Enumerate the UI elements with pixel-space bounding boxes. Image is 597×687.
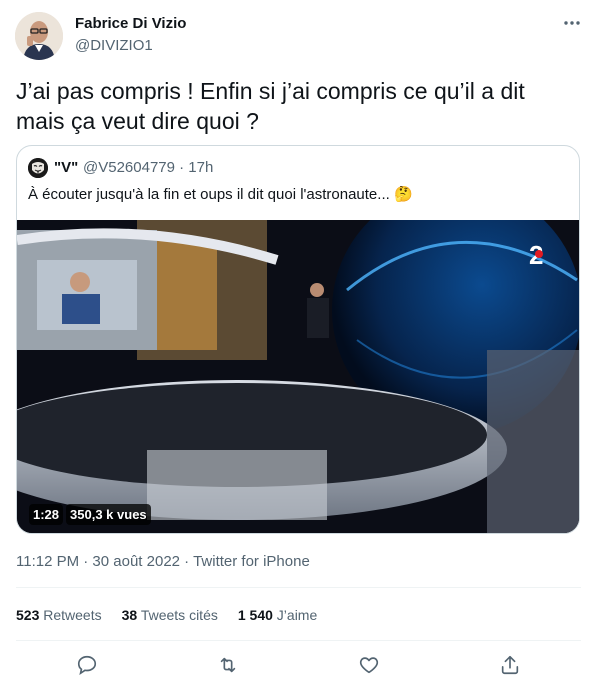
quoted-tweet[interactable]: "V" @V52604779 · 17h À écouter jusqu'à l… [16, 145, 580, 534]
video-thumbnail [17, 220, 579, 533]
like-icon[interactable] [351, 647, 387, 683]
video-duration: 1:28 [29, 504, 64, 525]
channel-logo-dot [535, 250, 543, 258]
video-player[interactable]: 2 1:28 350,3 k vues [17, 220, 579, 533]
quoted-avatar[interactable] [28, 158, 48, 178]
video-overlay: 1:28 350,3 k vues [29, 504, 151, 525]
author-handle[interactable]: @DIVIZIO1 [75, 37, 153, 54]
reply-icon[interactable] [69, 647, 105, 683]
quotes-count: 38 [121, 607, 138, 623]
retweets-count: 523 [16, 607, 40, 623]
tweet-timestamp[interactable]: 11:12 PM · 30 août 2022 · Twitter for iP… [16, 553, 310, 570]
likes-label: J’aime [276, 607, 318, 623]
quotes-stat[interactable]: 38 Tweets cités [122, 607, 218, 623]
likes-count: 1 540 [237, 607, 273, 623]
more-icon[interactable] [559, 13, 585, 33]
divider-top [16, 587, 581, 588]
likes-stat[interactable]: 1 540 J’aime [238, 607, 317, 623]
retweets-stat[interactable]: 523 Retweets [16, 607, 102, 623]
thinking-emoji: 🤔 [393, 186, 413, 203]
quotes-label: Tweets cités [140, 607, 218, 623]
quoted-handle-time[interactable]: @V52604779 · 17h [83, 159, 213, 176]
quoted-author-name[interactable]: "V" [54, 159, 78, 176]
quoted-text-body: À écouter jusqu'à la fin et oups il dit … [28, 186, 390, 203]
video-views: 350,3 k vues [66, 504, 151, 525]
quoted-text: À écouter jusqu'à la fin et oups il dit … [28, 185, 413, 203]
retweet-icon[interactable] [210, 647, 246, 683]
author-name[interactable]: Fabrice Di Vizio [75, 15, 186, 32]
divider-bottom [16, 640, 581, 641]
tweet-actions [16, 648, 581, 682]
tweet-stats: 523 Retweets 38 Tweets cités 1 540 J’aim… [16, 607, 317, 623]
share-icon[interactable] [492, 647, 528, 683]
tweet-text: J’ai pas compris ! Enfin si j’ai compris… [16, 78, 525, 134]
retweets-label: Retweets [43, 607, 102, 623]
author-avatar[interactable] [15, 12, 63, 60]
